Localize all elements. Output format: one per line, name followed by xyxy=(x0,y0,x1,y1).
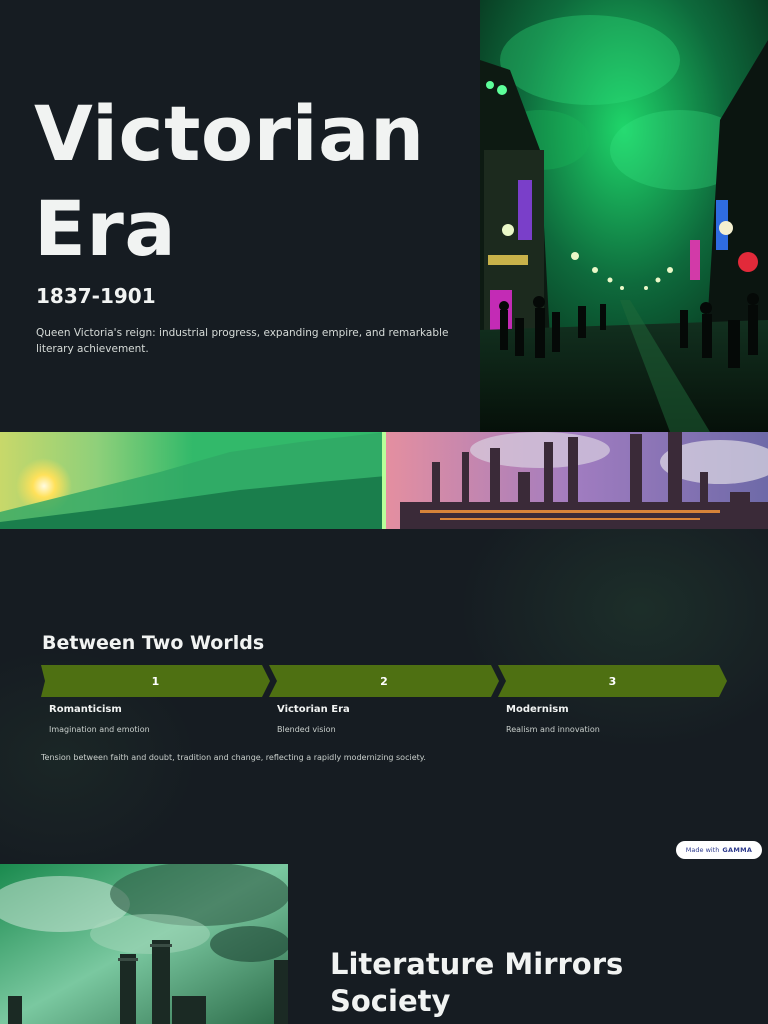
step-3-name: Modernism xyxy=(506,704,569,715)
between-two-worlds-slide: Between Two Worlds 1 2 3 Romanticism Ima… xyxy=(0,529,768,864)
hero-dates: 1837-1901 xyxy=(36,284,156,308)
hero-slide: Victorian Era 1837-1901 Queen Victoria's… xyxy=(0,0,768,432)
made-with-gamma-badge[interactable]: Made with GAMMA xyxy=(676,841,762,859)
victorian-street-image xyxy=(480,0,768,432)
section-title: Between Two Worlds xyxy=(42,632,265,654)
step-3-chevron: 3 xyxy=(498,665,727,697)
step-3-number: 3 xyxy=(608,674,617,688)
step-1-name: Romanticism xyxy=(49,704,122,715)
step-3-desc: Realism and innovation xyxy=(506,725,600,734)
badge-prefix: Made with xyxy=(685,846,720,854)
step-1-number: 1 xyxy=(151,674,160,688)
step-2-desc: Blended vision xyxy=(277,725,336,734)
step-2-chevron: 2 xyxy=(269,665,499,697)
step-2-number: 2 xyxy=(380,674,388,688)
step-2-name: Victorian Era xyxy=(277,704,350,715)
literature-title: Literature Mirrors Society xyxy=(330,947,624,1018)
hero-description: Queen Victoria's reign: industrial progr… xyxy=(36,327,449,355)
step-1-desc: Imagination and emotion xyxy=(49,725,150,734)
hero-title: Victorian Era xyxy=(34,89,425,273)
landscape-to-industry-image xyxy=(0,432,768,529)
literature-slide: Literature Mirrors Society xyxy=(0,864,768,1024)
section-note: Tension between faith and doubt, traditi… xyxy=(41,753,426,762)
factory-smokestacks-image xyxy=(0,864,288,1024)
gamma-logo: GAMMA xyxy=(722,846,753,854)
step-1-chevron: 1 xyxy=(41,665,270,697)
